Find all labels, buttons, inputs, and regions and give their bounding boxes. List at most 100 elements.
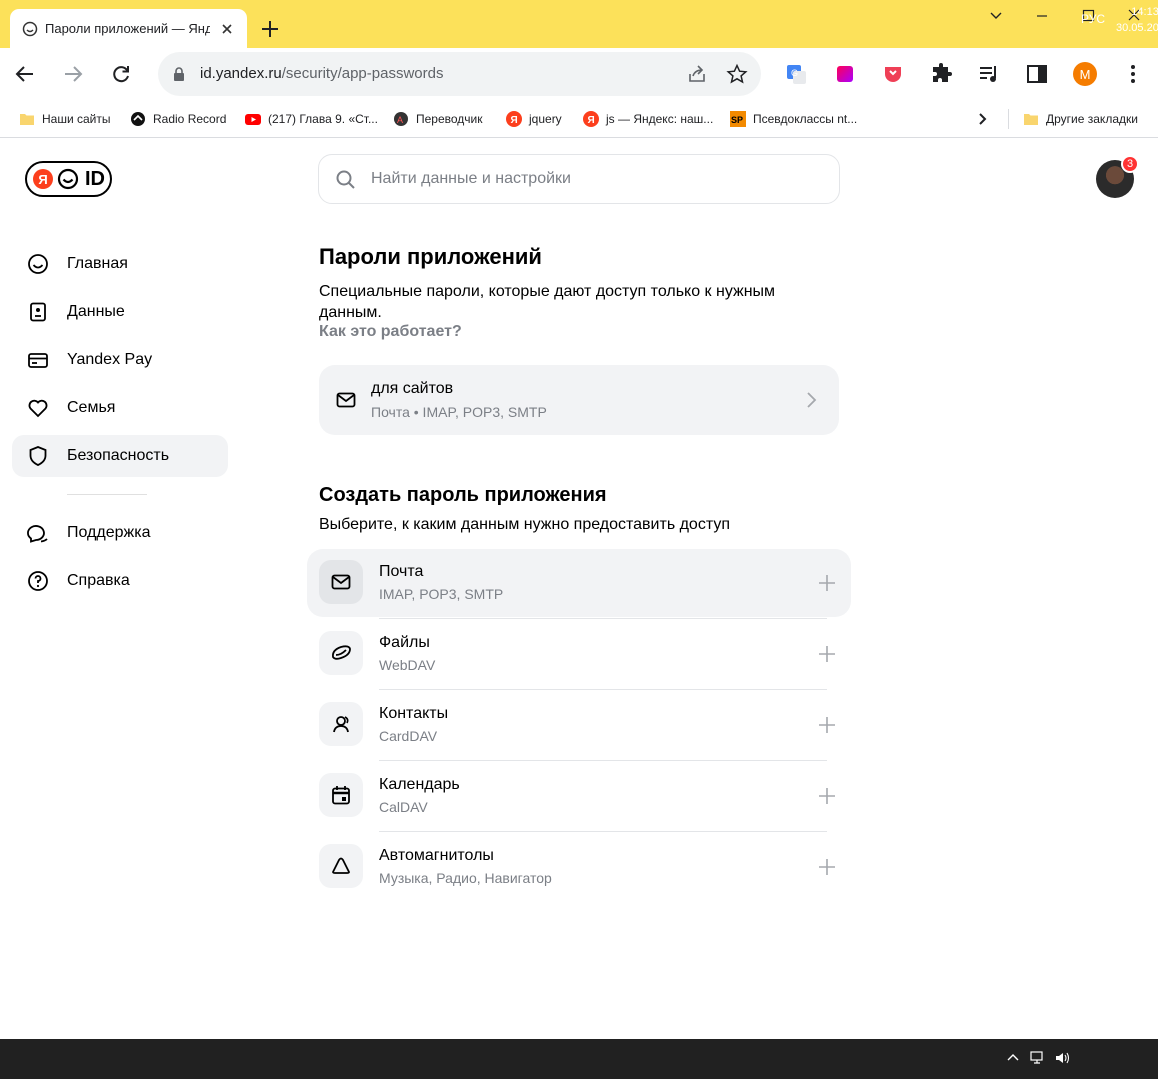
app-row-files[interactable]: Файлы WebDAV [307, 620, 851, 688]
reload-icon[interactable] [109, 62, 133, 86]
sidebar-item-label: Данные [67, 303, 125, 320]
extensions-icon[interactable] [929, 62, 953, 86]
browser-tab[interactable]: Пароли приложений — Яндекс ID [10, 9, 247, 48]
heart-icon [27, 397, 49, 419]
volume-icon[interactable] [1054, 1051, 1070, 1065]
search-input[interactable] [371, 167, 811, 191]
yandex-id-logo[interactable]: Я ID [25, 161, 112, 197]
sidebar-item-home[interactable]: Главная [12, 243, 228, 285]
sidebar-item-label: Главная [67, 255, 128, 272]
media-control-icon[interactable] [977, 62, 1001, 86]
search-icon [335, 169, 357, 191]
back-icon[interactable] [13, 62, 37, 86]
plus-icon[interactable] [817, 715, 837, 735]
yandex-icon: Я [583, 111, 599, 127]
sidebar-item-family[interactable]: Семья [12, 387, 228, 429]
card-title: для сайтов [371, 380, 454, 397]
tab-favicon-icon [22, 21, 38, 37]
menu-kebab-icon[interactable] [1121, 62, 1145, 86]
bookmark-item[interactable]: A Переводчик [393, 110, 483, 128]
side-panel-icon[interactable] [1025, 62, 1049, 86]
app-subtitle: CardDAV [379, 728, 438, 744]
existing-password-card[interactable]: для сайтов Почта • IMAP, POP3, SMTP [319, 365, 839, 435]
sp-icon: SP [730, 111, 746, 127]
bookmark-item[interactable]: Radio Record [130, 110, 226, 128]
bookmark-label: (217) Глава 9. «Ст... [268, 112, 378, 126]
app-row-calendar[interactable]: Календарь CalDAV [307, 762, 851, 830]
app-icon-box [319, 560, 363, 604]
bookmark-item[interactable]: Я jquery [506, 110, 562, 128]
bookmark-label: Переводчик [416, 112, 483, 126]
plus-icon[interactable] [817, 857, 837, 877]
bookmarks-overflow-icon[interactable] [974, 110, 990, 128]
network-icon[interactable] [1030, 1051, 1046, 1065]
forward-icon[interactable] [61, 62, 85, 86]
app-title: Календарь [379, 776, 460, 793]
tab-close-icon[interactable] [218, 20, 236, 38]
tab-search-icon[interactable] [984, 6, 1008, 26]
language-indicator[interactable]: РУС [1081, 12, 1105, 26]
sidebar-item-yandex-pay[interactable]: Yandex Pay [12, 339, 228, 381]
car-icon [330, 855, 352, 877]
folder-icon [19, 111, 35, 127]
app-row-mail[interactable]: Почта IMAP, POP3, SMTP [307, 549, 851, 617]
bookmarks-divider [1008, 109, 1009, 129]
sidebar-item-data[interactable]: Данные [12, 291, 228, 333]
bookmark-label: Другие закладки [1046, 112, 1138, 126]
tab-title: Пароли приложений — Яндекс ID [45, 21, 210, 36]
page-title: Пароли приложений [319, 244, 542, 269]
folder-icon [1023, 111, 1039, 127]
card-icon [27, 349, 49, 371]
windows-taskbar [0, 1039, 1158, 1079]
plus-icon[interactable] [817, 786, 837, 806]
bookmark-item[interactable]: SP Псевдоклассы nt... [730, 110, 857, 128]
app-icon-box [319, 702, 363, 746]
app-title: Контакты [379, 705, 449, 722]
pocket-ext-icon[interactable] [881, 62, 905, 86]
gradient-ext-icon[interactable] [833, 62, 857, 86]
how-it-works-link[interactable]: Как это работает? [319, 323, 462, 341]
sidebar-item-label: Yandex Pay [67, 351, 153, 368]
sidebar-item-security[interactable]: Безопасность [12, 435, 228, 477]
help-icon [27, 570, 49, 592]
bookmark-item[interactable]: (217) Глава 9. «Ст... [245, 110, 378, 128]
svg-text:G: G [791, 68, 798, 78]
svg-text:A: A [397, 115, 403, 125]
row-divider [379, 689, 827, 690]
id-card-icon [27, 301, 49, 323]
app-row-contacts[interactable]: Контакты CardDAV [307, 691, 851, 759]
logo-smile-icon [57, 168, 79, 190]
sidebar-item-label: Поддержка [67, 524, 151, 541]
url-path: /security/app-passwords [281, 65, 444, 82]
row-divider [379, 831, 827, 832]
bookmark-item[interactable]: Я js — Яндекс: наш... [583, 110, 713, 128]
contacts-icon [330, 713, 352, 735]
minimize-icon[interactable] [1030, 6, 1054, 26]
app-title: Почта [379, 563, 424, 580]
share-icon[interactable] [686, 63, 708, 85]
other-bookmarks[interactable]: Другие закладки [1023, 110, 1138, 128]
app-row-car[interactable]: Автомагнитолы Музыка, Радио, Навигатор [307, 833, 851, 901]
app-icon-box [319, 844, 363, 888]
tray-chevron-up-icon[interactable] [1006, 1051, 1020, 1065]
google-translate-ext-icon[interactable]: G [784, 62, 808, 86]
bookmark-star-icon[interactable] [726, 63, 748, 85]
sidebar-item-help[interactable]: Справка [12, 560, 228, 602]
clock[interactable]: 14:13 30.05.20 [1116, 4, 1158, 36]
url-text: id.yandex.ru/security/app-passwords [200, 65, 443, 82]
new-tab-icon[interactable] [258, 17, 282, 41]
search-box[interactable] [318, 154, 840, 204]
address-bar[interactable]: id.yandex.ru/security/app-passwords [158, 52, 761, 96]
sidebar-item-support[interactable]: Поддержка [12, 512, 228, 554]
logo-text: ID [85, 167, 105, 190]
sidebar-divider [67, 494, 147, 495]
app-icon-box [319, 773, 363, 817]
profile-avatar[interactable]: M [1073, 62, 1097, 86]
plus-icon[interactable] [817, 573, 837, 593]
chat-icon [27, 522, 49, 544]
plus-icon[interactable] [817, 644, 837, 664]
lock-icon [172, 66, 186, 82]
app-subtitle: IMAP, POP3, SMTP [379, 586, 504, 602]
bookmark-item[interactable]: Наши сайты [19, 110, 111, 128]
app-title: Файлы [379, 634, 430, 651]
